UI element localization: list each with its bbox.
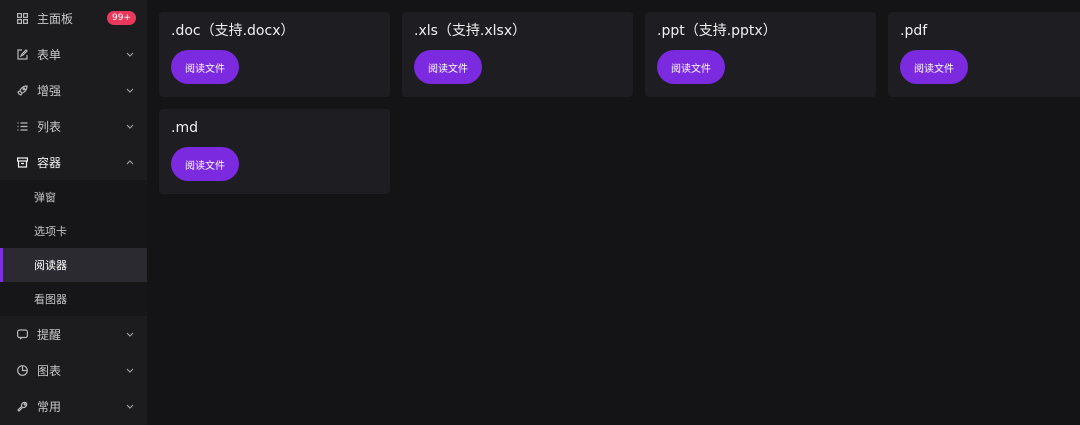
read-file-button[interactable]: 阅读文件 bbox=[900, 50, 968, 84]
sidebar-item-label: 主面板 bbox=[37, 11, 74, 26]
pie-chart-icon bbox=[15, 363, 29, 377]
read-file-button[interactable]: 阅读文件 bbox=[171, 147, 239, 181]
sidebar-subitem-modal[interactable]: 弹窗 bbox=[0, 180, 147, 214]
sidebar-item-label: 表单 bbox=[37, 47, 62, 62]
file-card-doc: .doc（支持.docx） 阅读文件 bbox=[159, 12, 390, 97]
file-card-md: .md 阅读文件 bbox=[159, 109, 390, 194]
sidebar-subitem-image-viewer[interactable]: 看图器 bbox=[0, 282, 147, 316]
sidebar-subitem-tabs[interactable]: 选项卡 bbox=[0, 214, 147, 248]
chevron-up-icon bbox=[125, 157, 135, 167]
file-card-xls: .xls（支持.xlsx） 阅读文件 bbox=[402, 12, 633, 97]
app-root: 主面板 99+ 表单 增强 列表 容器 弹窗 选项卡 阅读器 看图器 提醒 图表… bbox=[0, 0, 1080, 425]
read-file-button[interactable]: 阅读文件 bbox=[171, 50, 239, 84]
sidebar: 主面板 99+ 表单 增强 列表 容器 弹窗 选项卡 阅读器 看图器 提醒 图表… bbox=[0, 0, 147, 425]
file-card-pdf: .pdf 阅读文件 bbox=[888, 12, 1080, 97]
file-card-grid: .doc（支持.docx） 阅读文件 .xls（支持.xlsx） 阅读文件 .p… bbox=[159, 12, 1080, 194]
main-content: .doc（支持.docx） 阅读文件 .xls（支持.xlsx） 阅读文件 .p… bbox=[147, 0, 1080, 425]
chevron-down-icon bbox=[125, 121, 135, 131]
tool-icon bbox=[15, 399, 29, 413]
sidebar-item-dashboard[interactable]: 主面板 99+ bbox=[0, 0, 147, 36]
card-title: .ppt（支持.pptx） bbox=[657, 23, 777, 39]
notification-badge: 99+ bbox=[107, 11, 136, 25]
chevron-down-icon bbox=[125, 85, 135, 95]
card-title: .xls（支持.xlsx） bbox=[414, 23, 527, 39]
card-title: .pdf bbox=[900, 23, 928, 39]
message-icon bbox=[15, 327, 29, 341]
sidebar-item-label: 常用 bbox=[37, 399, 62, 414]
read-file-button[interactable]: 阅读文件 bbox=[414, 50, 482, 84]
chevron-down-icon bbox=[125, 365, 135, 375]
sidebar-item-label: 增强 bbox=[37, 83, 62, 98]
dashboard-grid-icon bbox=[15, 11, 29, 25]
sidebar-item-label: 列表 bbox=[37, 119, 62, 134]
chevron-down-icon bbox=[125, 329, 135, 339]
sidebar-item-label: 容器 bbox=[37, 155, 62, 170]
sidebar-item-enhance[interactable]: 增强 bbox=[0, 72, 147, 108]
sidebar-item-chart[interactable]: 图表 bbox=[0, 352, 147, 388]
rocket-icon bbox=[15, 83, 29, 97]
archive-box-icon bbox=[15, 155, 29, 169]
sidebar-item-label: 图表 bbox=[37, 363, 62, 378]
edit-square-icon bbox=[15, 47, 29, 61]
card-title: .md bbox=[171, 120, 198, 136]
sidebar-item-form[interactable]: 表单 bbox=[0, 36, 147, 72]
chevron-down-icon bbox=[125, 401, 135, 411]
sidebar-item-common[interactable]: 常用 bbox=[0, 388, 147, 424]
file-card-ppt: .ppt（支持.pptx） 阅读文件 bbox=[645, 12, 876, 97]
sidebar-item-reminder[interactable]: 提醒 bbox=[0, 316, 147, 352]
chevron-down-icon bbox=[125, 49, 135, 59]
sidebar-item-list[interactable]: 列表 bbox=[0, 108, 147, 144]
sidebar-subitem-reader[interactable]: 阅读器 bbox=[0, 248, 147, 282]
card-title: .doc（支持.docx） bbox=[171, 23, 295, 39]
sidebar-item-container[interactable]: 容器 bbox=[0, 144, 147, 180]
list-icon bbox=[15, 119, 29, 133]
sidebar-item-label: 提醒 bbox=[37, 327, 62, 342]
read-file-button[interactable]: 阅读文件 bbox=[657, 50, 725, 84]
